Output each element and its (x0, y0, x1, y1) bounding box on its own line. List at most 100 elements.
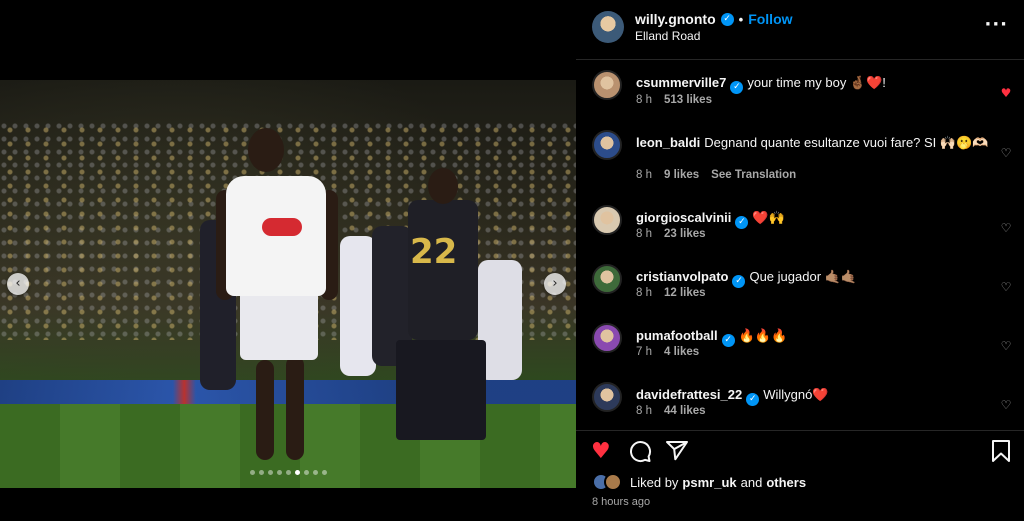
liked-by-user[interactable]: psmr_uk (682, 475, 736, 490)
comment-username[interactable]: giorgioscalvinii (636, 210, 731, 225)
verified-badge-icon: ✓ (746, 393, 760, 406)
avatar[interactable] (592, 70, 622, 100)
comment-text-line: davidefrattesi_22 ✓ Willygnó❤️ (636, 386, 996, 406)
post-side-panel: willy.gnonto ✓ • Follow Elland Road ··· … (576, 0, 1024, 521)
player-head (428, 168, 458, 204)
avatar[interactable] (592, 323, 622, 353)
comment-text-line: cristianvolpato ✓ Que jugador 🤙🏽🤙🏽 (636, 268, 996, 288)
carousel-dot (267, 470, 273, 475)
comment-body: Willygnó❤️ (763, 387, 829, 402)
like-heart-icon[interactable]: ♥ (591, 439, 611, 465)
bookmark-icon[interactable] (990, 439, 1012, 470)
avatar[interactable] (592, 264, 622, 294)
chevron-right-icon: › (552, 276, 558, 291)
main-player-shorts (240, 290, 318, 360)
verified-badge-icon: ✓ (721, 334, 735, 347)
main-player-shirt (226, 176, 326, 296)
comment-body: Que jugador 🤙🏽🤙🏽 (749, 269, 858, 284)
comment-meta: 8 h 23 likes (636, 228, 706, 240)
post-header: willy.gnonto ✓ • Follow Elland Road ··· (576, 0, 1024, 60)
comment-body: ❤️🙌 (752, 210, 785, 225)
comment-meta: 8 h 12 likes (636, 287, 706, 299)
carousel-dot (258, 470, 264, 475)
comment-username[interactable]: davidefrattesi_22 (636, 387, 742, 402)
comment-body: 🔥🔥🔥 (738, 328, 788, 343)
comment-likes[interactable]: 12 likes (664, 287, 706, 299)
comment-likes[interactable]: 513 likes (664, 94, 712, 106)
comment-time: 8 h (636, 405, 652, 417)
carousel-next-button[interactable]: › (544, 273, 566, 295)
see-translation-link[interactable]: See Translation (711, 169, 796, 181)
comment-time: 8 h (636, 228, 652, 240)
carousel-indicator (0, 470, 576, 475)
carousel-dot (276, 470, 282, 475)
verified-badge-icon: ✓ (730, 81, 744, 94)
comment-username[interactable]: pumafootball (636, 328, 718, 343)
post-location[interactable]: Elland Road (635, 29, 700, 43)
avatar[interactable] (592, 11, 624, 43)
avatar[interactable] (592, 382, 622, 412)
verified-badge-icon: ✓ (735, 216, 749, 229)
carousel-dot (303, 470, 309, 475)
avatar[interactable] (592, 130, 622, 160)
jersey-number: 22 (410, 232, 458, 272)
comment-likes[interactable]: 23 likes (664, 228, 706, 240)
share-icon[interactable] (665, 439, 689, 470)
heart-outline-icon[interactable]: ♡ (999, 398, 1013, 412)
player-figure (340, 236, 376, 376)
comment-likes[interactable]: 4 likes (664, 346, 699, 358)
follow-button[interactable]: Follow (748, 11, 792, 27)
post-media: 22 ‹ › (0, 0, 576, 521)
post-author: willy.gnonto ✓ • Follow (635, 11, 793, 27)
comment-time: 8 h (636, 169, 652, 181)
carousel-dot (312, 470, 318, 475)
comment-meta: 7 h 4 likes (636, 346, 699, 358)
main-player-leg (256, 360, 274, 460)
carousel-dot (321, 470, 327, 475)
comment-time: 7 h (636, 346, 652, 358)
heart-outline-icon[interactable]: ♡ (999, 280, 1013, 294)
carousel-dot (249, 470, 255, 475)
carousel-prev-button[interactable]: ‹ (7, 273, 29, 295)
likes-summary: Liked by psmr_uk and others (592, 473, 810, 491)
comment-text-line: leon_baldi Degnand quante esultanze vuoi … (636, 134, 996, 152)
comment-icon[interactable] (628, 439, 652, 470)
comment-time: 8 h (636, 94, 652, 106)
comment-likes[interactable]: 44 likes (664, 405, 706, 417)
verified-badge-icon: ✓ (732, 275, 746, 288)
player-figure (396, 340, 486, 440)
comment-meta: 8 h 513 likes (636, 94, 712, 106)
comment-time: 8 h (636, 287, 652, 299)
comment-username[interactable]: csummerville7 (636, 75, 726, 90)
main-player-leg (286, 356, 304, 460)
heart-outline-icon[interactable]: ♡ (999, 221, 1013, 235)
carousel-dot (294, 470, 300, 475)
comment-text-line: giorgioscalvinii ✓ ❤️🙌 (636, 209, 996, 229)
comment-username[interactable]: cristianvolpato (636, 269, 728, 284)
avatar (604, 473, 622, 491)
comment-text-line: pumafootball ✓ 🔥🔥🔥 (636, 327, 996, 347)
comment-body: your time my boy 🤞🏾❤️! (747, 75, 886, 90)
chevron-left-icon: ‹ (15, 276, 21, 291)
comment-likes[interactable]: 9 likes (664, 169, 699, 181)
carousel-dot (285, 470, 291, 475)
action-bar: ♥ (576, 430, 1024, 474)
sponsor-logo (262, 218, 302, 236)
main-player-head (248, 128, 284, 172)
heart-outline-icon[interactable]: ♡ (999, 339, 1013, 353)
comment-body: Degnand quante esultanze vuoi fare? SI 🙌… (704, 135, 989, 150)
post-timestamp: 8 hours ago (592, 496, 651, 508)
comment-username[interactable]: leon_baldi (636, 135, 700, 150)
comment-text-line: csummerville7 ✓ your time my boy 🤞🏾❤️! (636, 74, 996, 94)
comment-meta: 8 h 44 likes (636, 405, 706, 417)
more-options-icon[interactable]: ··· (984, 14, 1008, 35)
separator-dot: • (738, 11, 744, 27)
likes-prefix: Liked by (630, 474, 679, 490)
author-username[interactable]: willy.gnonto (635, 11, 716, 27)
heart-filled-icon[interactable]: ♥ (999, 86, 1013, 100)
comment-list[interactable]: csummerville7 ✓ your time my boy 🤞🏾❤️! 8 h5… (576, 60, 1024, 430)
avatar[interactable] (592, 205, 622, 235)
likes-others-link[interactable]: others (766, 475, 806, 490)
heart-outline-icon[interactable]: ♡ (999, 146, 1013, 160)
verified-badge-icon: ✓ (720, 12, 734, 26)
